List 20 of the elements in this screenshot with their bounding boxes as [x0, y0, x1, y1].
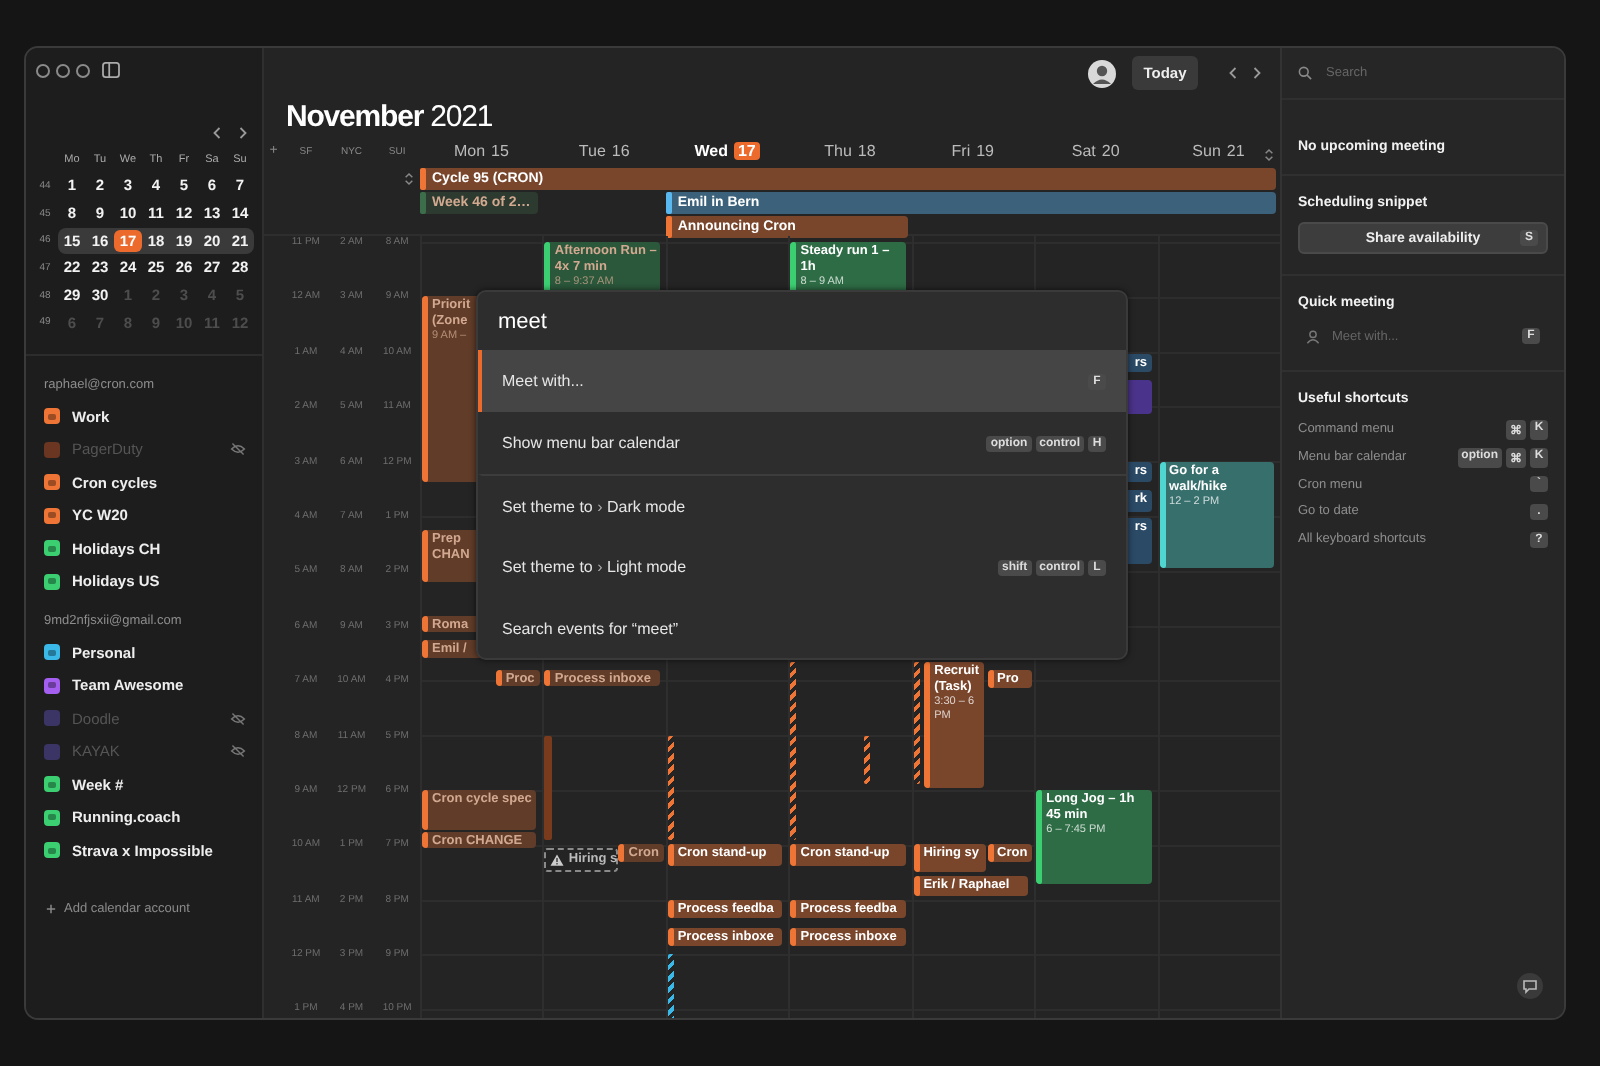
day-date: 19	[976, 142, 995, 160]
day-date: 16	[611, 142, 630, 160]
day-name: Thu	[824, 142, 852, 160]
command-label: Search events for “meet”	[502, 620, 679, 638]
day-date: 21	[1226, 142, 1245, 160]
day-date: 15	[491, 142, 509, 160]
day-name: Sat	[1071, 142, 1096, 160]
day-name: Tue	[578, 142, 606, 160]
day-date: 20	[1101, 142, 1120, 160]
day-date: 17	[733, 142, 760, 160]
command-label: Show menu bar calendar	[502, 434, 680, 452]
day-name: Fri	[951, 142, 971, 160]
command-label: Meet with...	[502, 372, 584, 390]
month-title: November 2021	[286, 100, 493, 134]
day-date: 18	[857, 142, 876, 160]
command-label: Set theme to › Dark mode	[502, 497, 686, 515]
day-name: Sun	[1192, 142, 1221, 160]
day-name: Mon	[453, 142, 486, 160]
day-name: Wed	[694, 142, 728, 160]
command-label: Set theme to › Light mode	[502, 558, 687, 576]
